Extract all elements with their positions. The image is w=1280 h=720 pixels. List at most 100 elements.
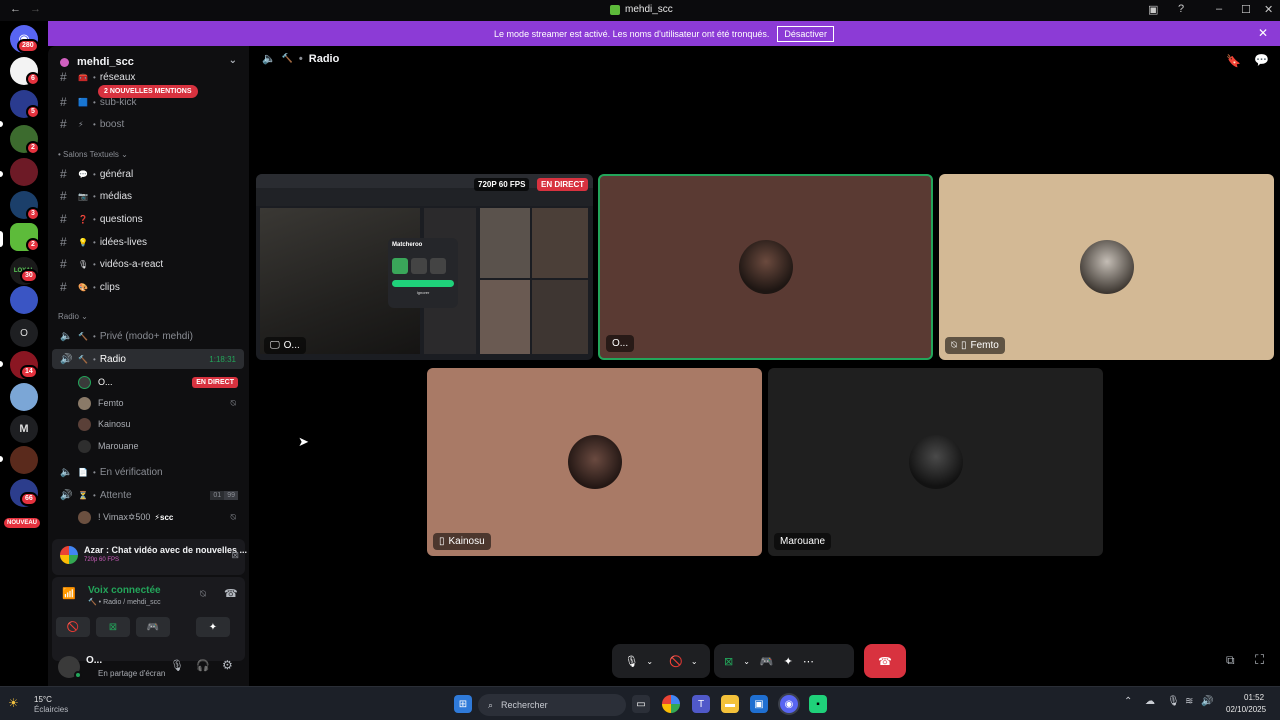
voice-status[interactable]: Voix connectée [88, 585, 161, 596]
wifi-icon[interactable]: ≋ [1185, 696, 1193, 707]
server-badge: 2 [26, 141, 40, 155]
voice-user[interactable]: Marouane [78, 436, 242, 456]
server-icon-8[interactable] [10, 383, 38, 411]
file-explorer-icon[interactable]: ▬ [721, 695, 739, 713]
voice-user[interactable]: Kainosu [78, 414, 242, 434]
volume-icon[interactable]: 🔊 [1201, 696, 1213, 707]
channel-questions[interactable]: # ❓ • questions [52, 209, 244, 229]
chevron-down-icon[interactable]: ⌄ [743, 657, 750, 666]
screen-share-icon: ⊠ [108, 621, 118, 633]
store-icon[interactable]: ▣ [750, 695, 768, 713]
voice-user[interactable]: ! Vimax✡500 ⚡scc ⍉ [78, 507, 242, 527]
disable-streamer-button[interactable]: Désactiver [777, 25, 834, 42]
microphone-tray-icon[interactable]: 🎙 [1167, 696, 1180, 707]
server-icon-9[interactable] [10, 446, 38, 474]
chevron-down-icon[interactable]: ⌄ [691, 657, 698, 666]
cloud-icon[interactable]: ☁ [1145, 696, 1155, 707]
tray-chevron-icon[interactable]: ⌃ [1124, 696, 1132, 707]
taskbar-search[interactable]: ⌕ Rechercher [478, 694, 626, 716]
user-status: En partage d'écran [98, 669, 166, 678]
settings-gear-icon[interactable]: ⚙ [222, 658, 233, 672]
app-taskbar-icon[interactable]: ▪ [809, 695, 827, 713]
clock-time[interactable]: 01:52 [1244, 693, 1264, 702]
channel-clips[interactable]: # 🎨 • clips [52, 277, 244, 297]
voice-user[interactable]: O... EN DIRECT [78, 372, 242, 392]
participant-tile[interactable]: ⍉ ▯ Femto [939, 174, 1274, 360]
soundboard-button[interactable]: ✦ [196, 617, 230, 637]
server-icon-o[interactable]: O [10, 319, 38, 347]
task-view-icon[interactable]: ▭ [632, 695, 650, 713]
discord-taskbar-icon[interactable]: ◉ [780, 695, 798, 713]
channel-boost[interactable]: # ⚡ • boost [52, 114, 244, 134]
grid-video [532, 208, 588, 278]
channel-medias[interactable]: # 📷 • médias [52, 186, 244, 206]
tile-name: ⍉ ▯ Femto [945, 337, 1005, 354]
channel-emoji: 🧰 [78, 72, 88, 82]
stop-stream-icon[interactable]: ⊠ [231, 550, 239, 561]
bookmark-icon[interactable]: 🔖 [1226, 54, 1241, 68]
minimize-icon[interactable]: – [1216, 3, 1222, 15]
voice-channel-attente[interactable]: 🔊 ⏳ • Attente 01 99 [52, 485, 244, 505]
chrome-taskbar-icon[interactable] [662, 695, 680, 713]
dot: • [93, 282, 96, 292]
channel-idees-lives[interactable]: # 💡 • idées-lives [52, 232, 244, 252]
toggle-camera-button[interactable]: 🚫 [56, 617, 90, 637]
help-icon[interactable]: ? [1178, 3, 1184, 15]
category-radio[interactable]: Radio ⌄ [58, 312, 88, 321]
screen-share-button[interactable]: ⊠ [96, 617, 130, 637]
banner-close-icon[interactable]: ✕ [1258, 26, 1268, 40]
stream-tile[interactable]: Matcheroo Ignorer 720P 60 FPS EN DIRECT … [256, 174, 593, 360]
disconnect-icon[interactable]: ☎ [224, 587, 238, 600]
category-text[interactable]: • Salons Textuels ⌄ [58, 150, 128, 159]
search-placeholder: Rechercher [501, 700, 548, 710]
voice-user[interactable]: Femto ⍉ [78, 393, 242, 413]
close-icon[interactable]: ✕ [1264, 3, 1273, 16]
voice-channel-prive[interactable]: 🔈 🔨 • Privé (modo+ mehdi) [52, 326, 244, 346]
microphone-icon[interactable]: 🎙 [624, 655, 638, 668]
back-arrow-icon[interactable]: ← [10, 3, 21, 15]
chevron-down-icon[interactable]: ⌄ [646, 657, 653, 666]
participant-tile[interactable]: ▯ Kainosu [427, 368, 762, 556]
channel-name: idées-lives [99, 236, 148, 248]
popout-icon[interactable]: ⧉ [1226, 653, 1235, 668]
activities-button[interactable]: 🎮 [136, 617, 170, 637]
voice-channel-verification[interactable]: 🔈 📄 • En vérification [52, 462, 244, 482]
maximize-icon[interactable]: ☐ [1241, 3, 1251, 16]
guild-boost-icon [60, 57, 69, 67]
signal-icon[interactable]: 📶 [62, 587, 76, 600]
voice-channel-radio[interactable]: 🔊 🔨 • Radio 1:18:31 [52, 349, 244, 369]
participant-tile-speaking[interactable]: O... [598, 174, 933, 360]
avatar [78, 439, 91, 453]
inbox-icon[interactable]: ▣ [1148, 3, 1158, 16]
banner-text: Le mode streamer est activé. Les noms d'… [494, 28, 770, 39]
more-options-icon[interactable]: ⋯ [803, 655, 814, 668]
screen-share-icon[interactable]: ⊠ [724, 655, 733, 668]
weather-icon[interactable]: ☀ [8, 696, 19, 710]
chat-bubble-icon[interactable]: 💬 [1254, 53, 1269, 67]
soundboard-icon[interactable]: ✦ [784, 655, 793, 668]
channel-general[interactable]: # 💬 • général [52, 164, 244, 184]
voice-timer: 1:18:31 [209, 354, 236, 364]
user-name[interactable]: O... [86, 655, 102, 666]
clock-date[interactable]: 02/10/2025 [1226, 705, 1266, 714]
participant-tile[interactable]: Marouane [768, 368, 1103, 556]
activity-panel[interactable]: Azar : Chat vidéo avec de nouvelles ... … [52, 539, 247, 575]
channel-reseaux[interactable]: # 🧰 • réseaux [52, 70, 244, 84]
server-icon-6[interactable] [10, 286, 38, 314]
headphones-icon[interactable]: 🎧 [196, 659, 210, 672]
gamepad-icon[interactable]: 🎮 [760, 655, 774, 668]
server-icon-m[interactable]: M [10, 415, 38, 443]
user-count: 01 [210, 490, 225, 500]
channel-videos-a-react[interactable]: # 🎙 • vidéos-a-react [52, 254, 244, 274]
leave-call-button[interactable]: ☎ [864, 644, 906, 678]
camera-off-icon[interactable]: 🚫 [669, 655, 683, 668]
forward-arrow-icon[interactable]: → [30, 3, 41, 15]
teams-icon[interactable]: T [692, 695, 710, 713]
server-icon-4[interactable] [10, 158, 38, 186]
fullscreen-icon[interactable]: ⛶ [1255, 652, 1264, 668]
new-mentions-pill[interactable]: 2 NOUVELLES MENTIONS [98, 85, 198, 98]
weather-temp[interactable]: 15°C [34, 695, 52, 704]
windows-start-icon[interactable]: ⊞ [454, 695, 472, 713]
microphone-icon[interactable]: 🎙 [170, 659, 184, 672]
noise-suppression-icon[interactable]: ⍉ [200, 589, 206, 600]
